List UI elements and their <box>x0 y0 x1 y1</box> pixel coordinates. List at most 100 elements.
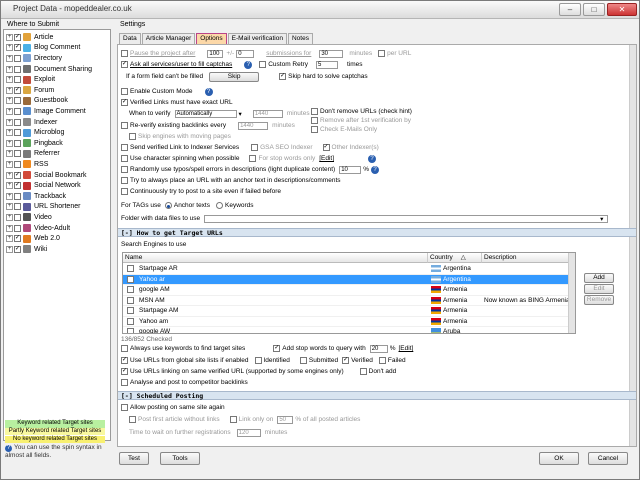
platform-item[interactable]: + Microblog <box>6 127 64 138</box>
row-checkbox[interactable] <box>127 307 134 314</box>
verify-mode-dropdown[interactable]: Automatically <box>174 109 237 118</box>
expand-icon[interactable]: + <box>6 33 13 41</box>
platform-checkbox[interactable]: ✓ <box>14 182 21 190</box>
column-header-description[interactable]: Description <box>482 253 569 263</box>
platform-item[interactable]: + Guestbook <box>6 96 68 107</box>
help-icon[interactable]: ? <box>368 154 377 163</box>
platform-checkbox[interactable] <box>14 150 21 158</box>
platform-checkbox[interactable]: ✓ <box>14 235 21 243</box>
platform-item[interactable]: + Exploit <box>6 74 55 85</box>
verified-links-checkbox[interactable]: ✓ <box>121 99 128 106</box>
row-checkbox[interactable] <box>127 275 134 283</box>
try-place-checkbox[interactable] <box>121 177 128 184</box>
platform-checkbox[interactable] <box>14 139 21 147</box>
platform-item[interactable]: + ✓ Web 2.0 <box>6 233 60 244</box>
expand-icon[interactable]: + <box>6 139 13 147</box>
per-url-checkbox[interactable] <box>378 50 386 57</box>
verify-minutes-field[interactable]: 1440 <box>252 109 283 118</box>
platform-checkbox[interactable] <box>14 129 21 137</box>
platform-checkbox[interactable] <box>14 192 21 200</box>
expand-icon[interactable]: + <box>6 150 13 158</box>
form-fail-dropdown[interactable]: Skip <box>209 71 260 82</box>
platform-item[interactable]: + Document Sharing <box>6 64 92 75</box>
test-button[interactable]: Test <box>119 452 149 465</box>
help-icon[interactable]: ? <box>244 60 253 69</box>
expand-icon[interactable]: + <box>6 213 13 221</box>
dont-remove-checkbox[interactable] <box>311 108 318 115</box>
keywords-radio[interactable] <box>216 202 223 209</box>
row-checkbox[interactable] <box>127 317 134 325</box>
pause-minutes-field[interactable]: 30 <box>319 49 344 58</box>
platform-item[interactable]: + Indexer <box>6 117 57 128</box>
help-icon[interactable]: ? <box>204 87 213 96</box>
platform-item[interactable]: + Video <box>6 212 52 223</box>
platform-item[interactable]: + URL Shortener <box>6 202 80 213</box>
expand-icon[interactable]: + <box>6 235 13 243</box>
row-checkbox[interactable] <box>127 296 134 304</box>
skip-moving-checkbox[interactable] <box>129 133 136 140</box>
expand-icon[interactable]: + <box>6 97 13 105</box>
failed-checkbox[interactable] <box>378 357 386 364</box>
stop-words-checkbox[interactable] <box>249 155 257 162</box>
scheduled-posting-section-header[interactable]: [-] Scheduled Posting <box>118 391 636 400</box>
wait-minutes-field[interactable]: 120 <box>236 428 261 437</box>
plus-minus-field[interactable]: 0 <box>236 49 255 58</box>
custom-mode-checkbox[interactable] <box>121 88 128 95</box>
urls-linking-checkbox[interactable]: ✓ <box>121 368 128 375</box>
platform-checkbox[interactable] <box>14 203 21 211</box>
expand-icon[interactable]: + <box>6 160 13 168</box>
gsa-seo-checkbox[interactable] <box>251 144 259 151</box>
platform-checkbox[interactable] <box>14 213 21 221</box>
column-header-country[interactable]: Country △ <box>428 253 482 263</box>
target-urls-section-header[interactable]: [-] How to get Target URLs <box>118 228 636 237</box>
ask-all-checkbox[interactable]: ✓ <box>121 61 128 68</box>
dont-add-checkbox[interactable] <box>359 368 367 375</box>
expand-icon[interactable]: + <box>6 107 13 115</box>
platform-item[interactable]: + Image Comment <box>6 106 86 117</box>
platform-item[interactable]: + Referrer <box>6 149 60 160</box>
global-lists-checkbox[interactable]: ✓ <box>121 357 128 364</box>
platform-checkbox[interactable] <box>14 65 21 73</box>
ask-all-label[interactable]: Ask all services/user to fill captchas <box>130 61 232 68</box>
expand-icon[interactable]: + <box>6 86 13 94</box>
platform-item[interactable]: + ✓ Wiki <box>6 244 47 255</box>
platform-checkbox[interactable] <box>14 224 21 232</box>
platform-item[interactable]: + ✓ Blog Comment <box>6 43 80 54</box>
expand-icon[interactable]: + <box>6 129 13 137</box>
chevron-down-icon[interactable]: ▾ <box>600 215 603 223</box>
custom-retry-checkbox[interactable] <box>259 61 267 68</box>
check-email-checkbox[interactable] <box>311 126 318 133</box>
reverify-checkbox[interactable] <box>121 122 128 129</box>
link-only-checkbox[interactable] <box>229 416 237 423</box>
expand-icon[interactable]: + <box>6 182 13 190</box>
platform-checkbox[interactable]: ✓ <box>14 44 21 52</box>
close-button[interactable]: ✕ <box>607 3 637 16</box>
always-kw-checkbox[interactable] <box>121 345 128 352</box>
submissions-dropdown[interactable]: submissions for <box>266 50 311 57</box>
help-icon[interactable]: ? <box>371 165 379 174</box>
column-header-name[interactable]: Name <box>123 253 428 263</box>
pause-count-field[interactable]: 100 <box>207 49 224 58</box>
chevron-down-icon[interactable]: ▾ <box>239 110 242 118</box>
platform-item[interactable]: + Pingback <box>6 138 63 149</box>
table-scrollbar[interactable] <box>568 253 575 333</box>
char-spin-checkbox[interactable] <box>121 155 128 162</box>
expand-icon[interactable]: + <box>6 203 13 211</box>
stop-percent-field[interactable]: 20 <box>369 344 388 353</box>
platform-checkbox[interactable] <box>14 97 21 105</box>
random-typos-checkbox[interactable] <box>121 166 128 173</box>
platform-checkbox[interactable] <box>14 76 21 84</box>
platform-item[interactable]: + ✓ Social Bookmark <box>6 170 87 181</box>
tab-article-manager[interactable]: Article Manager <box>141 33 196 44</box>
expand-icon[interactable]: + <box>6 54 13 62</box>
expand-icon[interactable]: + <box>6 224 13 232</box>
platform-checkbox[interactable]: ✓ <box>14 86 21 94</box>
platform-checkbox[interactable]: ✓ <box>14 33 21 41</box>
table-row[interactable]: MSN AM Armenia Now known as BING Armenia <box>123 296 570 306</box>
expand-icon[interactable]: + <box>6 192 13 200</box>
typo-percent-field[interactable]: 10 <box>339 165 362 174</box>
allow-same-checkbox[interactable] <box>121 404 128 411</box>
options-scrollbar[interactable] <box>629 45 636 446</box>
ok-button[interactable]: OK <box>539 452 579 465</box>
identified-checkbox[interactable] <box>254 357 262 364</box>
